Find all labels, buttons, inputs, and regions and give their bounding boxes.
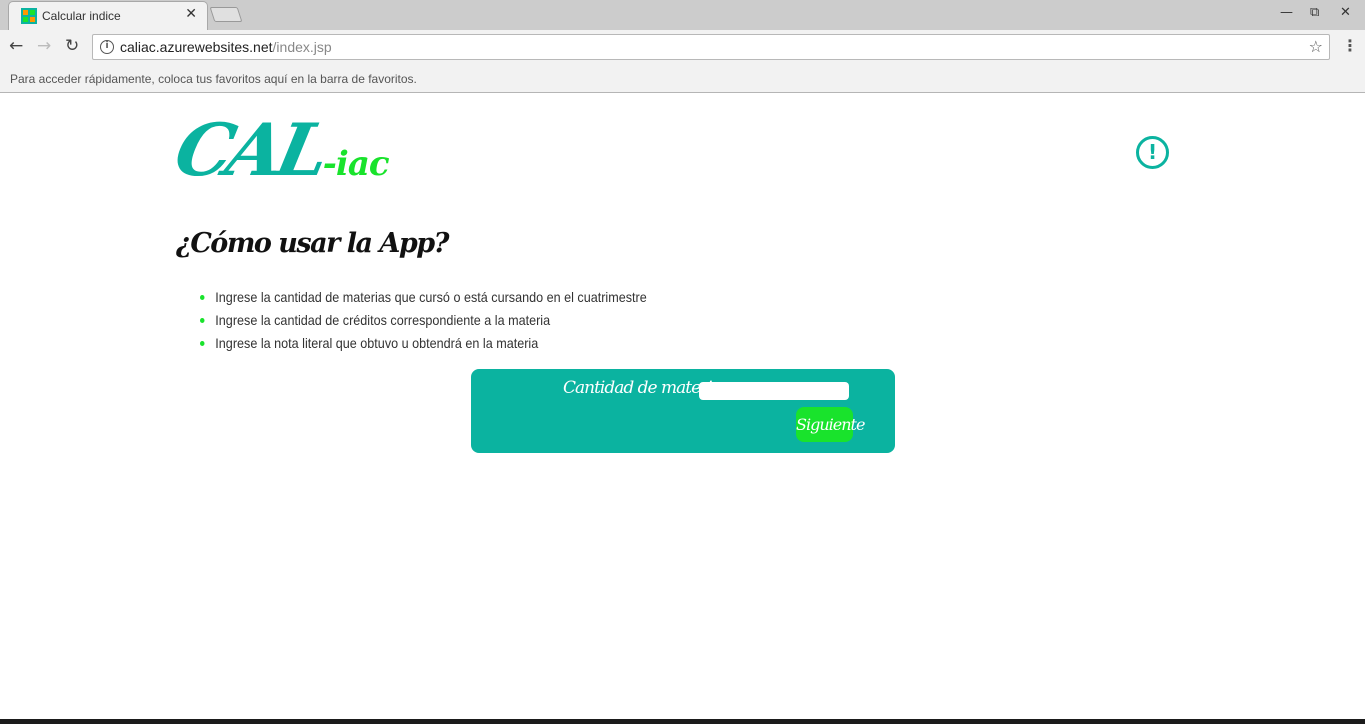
bookmarks-hint: Para acceder rápidamente, coloca tus fav… xyxy=(10,72,417,86)
back-arrow-icon[interactable]: ← xyxy=(9,37,23,55)
subject-count-form: Cantidad de materias: Siguiente xyxy=(471,369,895,453)
new-tab-button[interactable] xyxy=(209,7,243,22)
site-logo[interactable]: CAL-iac xyxy=(168,107,390,192)
minimize-icon[interactable]: — xyxy=(1280,5,1293,20)
browser-toolbar: ← → ↻ i caliac.azurewebsites.net/index.j… xyxy=(0,30,1365,64)
window-close-icon[interactable]: ✕ xyxy=(1340,5,1351,20)
tab-title: Calcular indice xyxy=(42,9,121,23)
info-alert-icon[interactable]: ! xyxy=(1136,136,1169,169)
tab-strip: Calcular indice ✕ — ⧉ ✕ xyxy=(0,0,1365,30)
restore-icon[interactable]: ⧉ xyxy=(1310,5,1319,20)
logo-main-text: CAL xyxy=(167,107,332,192)
list-item: Ingrese la nota literal que obtuvo u obt… xyxy=(200,334,647,357)
page-content: CAL-iac ! ¿Cómo usar la App? Ingrese la … xyxy=(0,93,1365,719)
next-button[interactable]: Siguiente xyxy=(796,407,865,442)
bookmarks-bar: Para acceder rápidamente, coloca tus fav… xyxy=(0,64,1365,93)
logo-suffix-text: -iac xyxy=(322,144,390,184)
browser-menu-icon[interactable]: ⋮ xyxy=(1342,36,1358,55)
instructions-title: ¿Cómo usar la App? xyxy=(176,228,449,259)
browser-tab[interactable]: Calcular indice ✕ xyxy=(8,1,208,30)
forward-arrow-icon[interactable]: → xyxy=(37,37,51,55)
calculator-favicon-icon xyxy=(21,8,37,24)
taskbar-edge xyxy=(0,719,1365,724)
reload-icon[interactable]: ↻ xyxy=(65,37,79,55)
list-item: Ingrese la cantidad de créditos correspo… xyxy=(200,311,647,334)
list-item: Ingrese la cantidad de materias que curs… xyxy=(200,288,647,311)
address-bar[interactable]: i caliac.azurewebsites.net/index.jsp ☆ xyxy=(92,34,1330,60)
subject-count-input[interactable] xyxy=(699,382,849,400)
url-text[interactable]: caliac.azurewebsites.net/index.jsp xyxy=(120,39,332,55)
close-tab-icon[interactable]: ✕ xyxy=(185,6,197,22)
site-info-icon[interactable]: i xyxy=(100,40,114,54)
bookmark-star-icon[interactable]: ☆ xyxy=(1309,37,1323,56)
instructions-list: Ingrese la cantidad de materias que curs… xyxy=(200,288,696,357)
